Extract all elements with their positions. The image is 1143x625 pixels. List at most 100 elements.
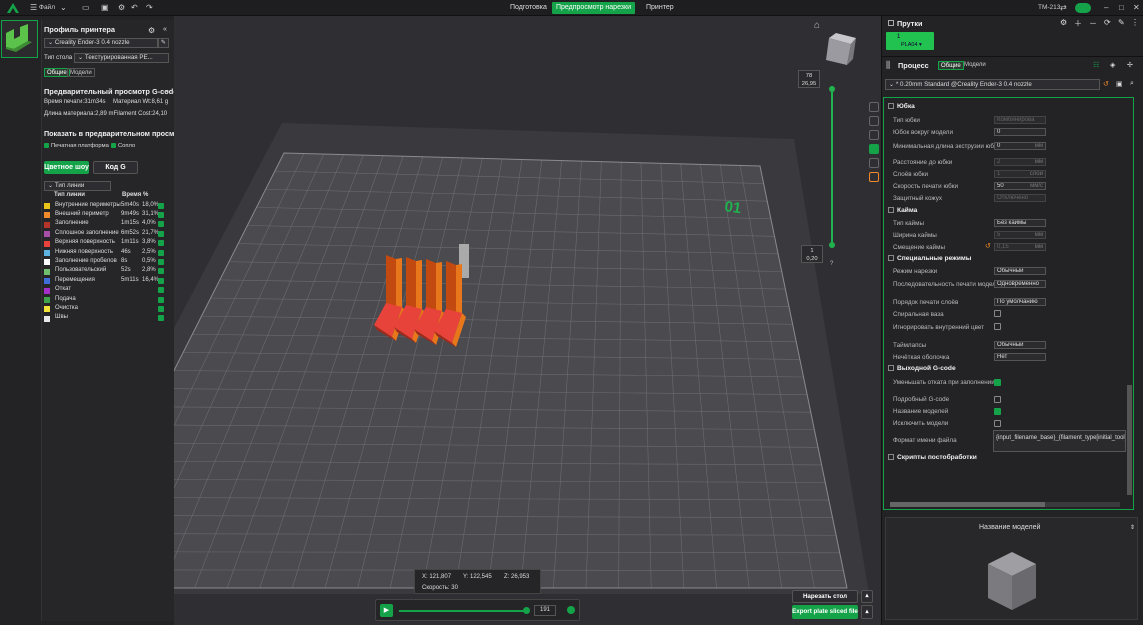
playback-end-icon[interactable] [567,606,575,614]
nozzle-checkbox[interactable] [111,143,116,148]
legend-checkbox[interactable] [158,240,164,247]
file-menu[interactable]: Файл [39,4,55,11]
reset-icon[interactable]: ↺ [1103,80,1109,88]
gcode-checkbox[interactable] [994,396,1001,403]
settings-icon[interactable]: ⚙ [148,26,155,35]
slice-plate-button[interactable]: Нарезать стол [792,590,858,603]
section-scripts[interactable]: Скрипты постобработки [888,454,977,461]
section-brim[interactable]: Кайма [888,207,917,214]
quality-icon[interactable] [869,102,879,112]
playback-progress[interactable] [399,610,527,612]
cloud-icon[interactable] [1075,3,1091,13]
special-field-input[interactable]: Обычный [994,341,1046,349]
expand-icon[interactable]: ⇕ [1130,524,1135,531]
skirt-field-input[interactable]: Комбинирова [994,116,1046,124]
bed-type-select[interactable]: ⌄ Текстурированная PE... [74,53,169,63]
legend-checkbox[interactable] [158,305,164,312]
legend-row[interactable]: Очистка [44,305,170,314]
strength-icon[interactable] [869,116,879,126]
special-field-input[interactable]: Обычный [994,267,1046,275]
legend-checkbox[interactable] [158,221,164,228]
brim-field-input[interactable]: 5 мм [994,231,1046,239]
layer-slider-bottom-handle[interactable] [829,242,835,248]
tab-printer[interactable]: Принтер [642,2,678,14]
legend-checkbox[interactable] [158,287,164,294]
special-checkbox[interactable] [994,310,1001,317]
process-tab-models[interactable]: Модели [962,61,988,70]
legend-checkbox[interactable] [158,296,164,303]
legend-row[interactable]: Нижняя поверхность 46s 2,5% [44,249,170,258]
reset-brim-icon[interactable]: ↺ [985,242,991,250]
pin-icon[interactable]: ✢ [1127,61,1133,69]
filament-slot-1[interactable]: 1 PLA04 ▾ [886,32,934,50]
home-icon[interactable]: ⌂ [814,20,820,31]
edit-printer-button[interactable]: ✎ [158,38,169,48]
others-icon[interactable] [869,158,879,168]
gear-icon[interactable]: ⚙ [118,3,125,12]
legend-row[interactable]: Внутренние периметры 5m40s 18,0% [44,202,170,211]
chevron-down-icon[interactable]: ⌄ [164,86,170,94]
more-icon[interactable]: ⋮ [1131,18,1139,27]
skirt-field-input[interactable]: 50 мм/с [994,182,1046,190]
section-skirt[interactable]: Юбка [888,103,915,110]
save-preset-icon[interactable]: ▣ [1116,80,1123,88]
legend-row[interactable]: Откат [44,286,170,295]
skirt-field-input[interactable]: 0 [994,128,1046,136]
share-icon[interactable]: ⇄ [1060,3,1067,12]
slice-menu-icon[interactable]: ▴ [861,590,873,603]
color-show-button[interactable]: Цветное шоу [44,161,89,174]
brim-field-input[interactable]: Без каймы [994,219,1046,227]
maximize-icon[interactable]: □ [1119,3,1124,12]
close-icon[interactable]: ✕ [1133,3,1140,12]
legend-checkbox[interactable] [158,202,164,209]
search-icon[interactable]: ⌕ [1130,80,1134,88]
minimize-icon[interactable]: – [1104,3,1108,12]
legend-row[interactable]: Пользовательский 52s 2,8% [44,267,170,276]
export-menu-icon[interactable]: ▴ [861,605,873,619]
chevron-down-icon[interactable]: ⌄ [60,3,67,12]
tab-general[interactable]: Общие [44,68,70,77]
folder-icon[interactable]: ▭ [82,3,90,12]
multimaterial-icon[interactable] [869,172,879,182]
legend-checkbox[interactable] [158,249,164,256]
remove-filament-icon[interactable]: － [1089,18,1097,29]
sync-icon[interactable]: ⟳ [1104,18,1111,27]
legend-checkbox[interactable] [158,315,164,322]
collapse-icon[interactable]: « [163,26,167,33]
legend-row[interactable]: Подача [44,296,170,305]
legend-checkbox[interactable] [158,258,164,265]
special-field-input[interactable]: Одновременно [994,280,1046,288]
gcode-checkbox[interactable] [994,420,1001,427]
edit-icon[interactable]: ✎ [1118,18,1125,27]
process-preset-select[interactable]: ⌄ * 0.20mm Standard @Creality Ender-3 0.… [885,79,1100,90]
section-gcode-output[interactable]: Выходной G-code [888,365,956,372]
playback-value[interactable]: 191 [534,605,556,616]
brim-field-input[interactable]: 0,15 мм [994,243,1046,251]
skirt-field-input[interactable]: 1 слой [994,170,1046,178]
legend-row[interactable]: Швы [44,314,170,323]
printer-select[interactable]: ⌄ Creality Ender-3 0.4 nozzle [44,38,158,48]
undo-icon[interactable]: ↶ [131,3,138,12]
special-field-input[interactable]: По умолчанию [994,298,1046,306]
legend-row[interactable]: Сплошное заполнение 6m52s 21,7% [44,230,170,239]
legend-row[interactable]: Внешний периметр 9m49s 31,1% [44,211,170,220]
plate-checkbox[interactable] [44,143,49,148]
settings-icon[interactable]: ⚙ [1060,18,1067,27]
tab-prepare[interactable]: Подготовка [506,2,551,14]
skirt-field-input[interactable]: 0 мм [994,142,1046,150]
horizontal-scrollbar[interactable] [890,502,1120,507]
legend-row[interactable]: Заполнение 1m15s 4,0% [44,220,170,229]
playback-handle[interactable] [523,607,530,614]
redo-icon[interactable]: ↷ [146,3,153,12]
gcode-checkbox[interactable] [994,408,1001,415]
legend-row[interactable]: Заполнение пробелов 8s 0,5% [44,258,170,267]
filename-format-input[interactable]: {input_filename_base}_{filament_type[ini… [993,430,1126,452]
process-tab-general[interactable]: Общие [938,61,964,70]
help-icon[interactable]: ? [830,261,834,267]
gcode-button[interactable]: Код G [93,161,138,174]
compare-icon[interactable]: ◈ [1110,61,1115,69]
legend-checkbox[interactable] [158,268,164,275]
3d-viewport[interactable]: 01 ⌂ ? 78 26,95 1 0,20 X: 121,807 Y: 122,5… [174,16,881,625]
legend-row[interactable]: Перемещения 5m11s 16,4% [44,277,170,286]
tab-preview[interactable]: Предпросмотр нарезки [552,2,635,14]
